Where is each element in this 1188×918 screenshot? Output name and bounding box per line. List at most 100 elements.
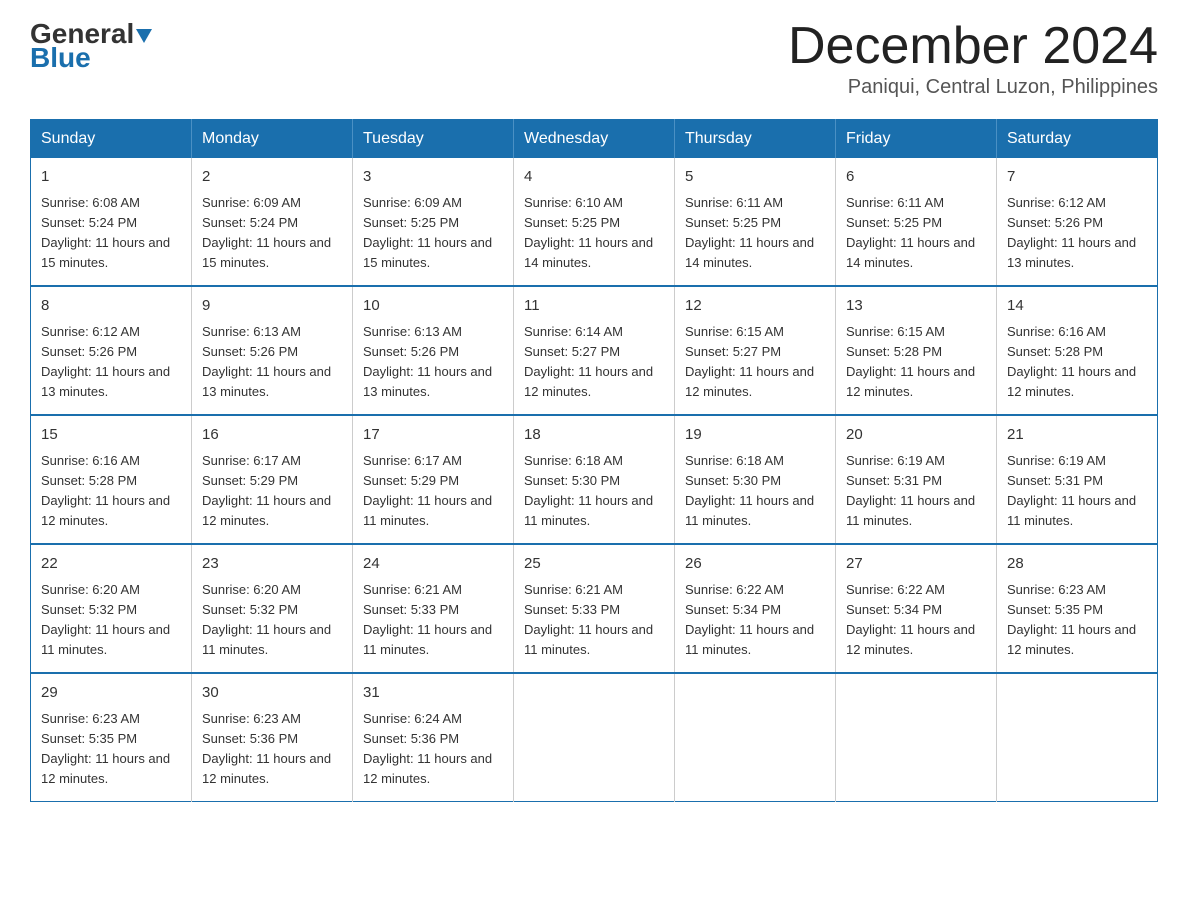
calendar-cell: 19 Sunrise: 6:18 AMSunset: 5:30 PMDayligh…: [675, 415, 836, 544]
calendar-header-friday: Friday: [836, 120, 997, 159]
logo: General Blue: [30, 20, 152, 72]
calendar-cell: 28Sunrise: 6:23 AMSunset: 5:35 PMDayligh…: [997, 544, 1158, 673]
calendar-cell: [836, 673, 997, 802]
calendar-header-wednesday: Wednesday: [514, 120, 675, 159]
day-info: Sunrise: 6:11 AMSunset: 5:25 PMDaylight:…: [846, 195, 975, 270]
day-number: 4: [524, 166, 664, 189]
day-number: 24: [363, 553, 503, 576]
calendar-cell: 27Sunrise: 6:22 AMSunset: 5:34 PMDayligh…: [836, 544, 997, 673]
logo-triangle-icon: [136, 29, 152, 43]
location-text: Paniqui, Central Luzon, Philippines: [788, 76, 1158, 99]
calendar-week-row: 29 Sunrise: 6:23 AMSunset: 5:35 PMDayligh…: [31, 673, 1158, 802]
calendar-cell: 29 Sunrise: 6:23 AMSunset: 5:35 PMDayligh…: [31, 673, 192, 802]
calendar-cell: 21 Sunrise: 6:19 AMSunset: 5:31 PMDayligh…: [997, 415, 1158, 544]
day-info: Sunrise: 6:22 AMSunset: 5:34 PMDaylight:…: [685, 582, 814, 657]
day-info: Sunrise: 6:09 AMSunset: 5:25 PMDaylight:…: [363, 195, 492, 270]
day-info: Sunrise: 6:23 AMSunset: 5:36 PMDaylight:…: [202, 711, 331, 786]
calendar-table: SundayMondayTuesdayWednesdayThursdayFrid…: [30, 119, 1158, 802]
calendar-cell: 14Sunrise: 6:16 AMSunset: 5:28 PMDayligh…: [997, 286, 1158, 415]
day-number: 18: [524, 424, 664, 447]
page-header: General Blue December 2024 Paniqui, Cent…: [30, 20, 1158, 99]
calendar-cell: 8 Sunrise: 6:12 AMSunset: 5:26 PMDaylight…: [31, 286, 192, 415]
calendar-cell: 18 Sunrise: 6:18 AMSunset: 5:30 PMDayligh…: [514, 415, 675, 544]
day-info: Sunrise: 6:08 AMSunset: 5:24 PMDaylight:…: [41, 195, 170, 270]
day-info: Sunrise: 6:15 AMSunset: 5:27 PMDaylight:…: [685, 324, 814, 399]
day-number: 1: [41, 166, 181, 189]
day-info: Sunrise: 6:12 AMSunset: 5:26 PMDaylight:…: [1007, 195, 1136, 270]
day-info: Sunrise: 6:18 AMSunset: 5:30 PMDaylight:…: [524, 453, 653, 528]
day-number: 26: [685, 553, 825, 576]
day-info: Sunrise: 6:24 AMSunset: 5:36 PMDaylight:…: [363, 711, 492, 786]
calendar-cell: 31 Sunrise: 6:24 AMSunset: 5:36 PMDayligh…: [353, 673, 514, 802]
calendar-week-row: 15 Sunrise: 6:16 AMSunset: 5:28 PMDayligh…: [31, 415, 1158, 544]
day-info: Sunrise: 6:21 AMSunset: 5:33 PMDaylight:…: [363, 582, 492, 657]
day-number: 13: [846, 295, 986, 318]
calendar-cell: 23 Sunrise: 6:20 AMSunset: 5:32 PMDayligh…: [192, 544, 353, 673]
calendar-week-row: 22 Sunrise: 6:20 AMSunset: 5:32 PMDayligh…: [31, 544, 1158, 673]
day-info: Sunrise: 6:14 AMSunset: 5:27 PMDaylight:…: [524, 324, 653, 399]
day-number: 31: [363, 682, 503, 705]
calendar-cell: 24 Sunrise: 6:21 AMSunset: 5:33 PMDayligh…: [353, 544, 514, 673]
calendar-cell: 17Sunrise: 6:17 AMSunset: 5:29 PMDayligh…: [353, 415, 514, 544]
calendar-cell: 16 Sunrise: 6:17 AMSunset: 5:29 PMDayligh…: [192, 415, 353, 544]
day-number: 7: [1007, 166, 1147, 189]
calendar-header-monday: Monday: [192, 120, 353, 159]
calendar-cell: 15 Sunrise: 6:16 AMSunset: 5:28 PMDayligh…: [31, 415, 192, 544]
calendar-cell: 11 Sunrise: 6:14 AMSunset: 5:27 PMDayligh…: [514, 286, 675, 415]
logo-blue-text: Blue: [30, 44, 91, 72]
calendar-cell: 6Sunrise: 6:11 AMSunset: 5:25 PMDaylight…: [836, 158, 997, 286]
day-number: 15: [41, 424, 181, 447]
day-info: Sunrise: 6:11 AMSunset: 5:25 PMDaylight:…: [685, 195, 814, 270]
calendar-cell: [514, 673, 675, 802]
day-info: Sunrise: 6:16 AMSunset: 5:28 PMDaylight:…: [41, 453, 170, 528]
calendar-cell: 30Sunrise: 6:23 AMSunset: 5:36 PMDayligh…: [192, 673, 353, 802]
calendar-cell: 5 Sunrise: 6:11 AMSunset: 5:25 PMDaylight…: [675, 158, 836, 286]
day-info: Sunrise: 6:10 AMSunset: 5:25 PMDaylight:…: [524, 195, 653, 270]
day-number: 16: [202, 424, 342, 447]
day-number: 23: [202, 553, 342, 576]
day-info: Sunrise: 6:13 AMSunset: 5:26 PMDaylight:…: [202, 324, 331, 399]
day-number: 10: [363, 295, 503, 318]
day-number: 19: [685, 424, 825, 447]
day-info: Sunrise: 6:19 AMSunset: 5:31 PMDaylight:…: [1007, 453, 1136, 528]
day-info: Sunrise: 6:20 AMSunset: 5:32 PMDaylight:…: [41, 582, 170, 657]
day-number: 2: [202, 166, 342, 189]
day-info: Sunrise: 6:21 AMSunset: 5:33 PMDaylight:…: [524, 582, 653, 657]
day-number: 12: [685, 295, 825, 318]
day-info: Sunrise: 6:17 AMSunset: 5:29 PMDaylight:…: [202, 453, 331, 528]
day-info: Sunrise: 6:20 AMSunset: 5:32 PMDaylight:…: [202, 582, 331, 657]
calendar-cell: 13 Sunrise: 6:15 AMSunset: 5:28 PMDayligh…: [836, 286, 997, 415]
month-title: December 2024: [788, 20, 1158, 72]
calendar-cell: 25 Sunrise: 6:21 AMSunset: 5:33 PMDayligh…: [514, 544, 675, 673]
calendar-cell: 2 Sunrise: 6:09 AMSunset: 5:24 PMDaylight…: [192, 158, 353, 286]
calendar-week-row: 8 Sunrise: 6:12 AMSunset: 5:26 PMDaylight…: [31, 286, 1158, 415]
day-number: 11: [524, 295, 664, 318]
day-number: 25: [524, 553, 664, 576]
day-number: 3: [363, 166, 503, 189]
day-info: Sunrise: 6:23 AMSunset: 5:35 PMDaylight:…: [41, 711, 170, 786]
calendar-cell: 22 Sunrise: 6:20 AMSunset: 5:32 PMDayligh…: [31, 544, 192, 673]
day-info: Sunrise: 6:15 AMSunset: 5:28 PMDaylight:…: [846, 324, 975, 399]
calendar-cell: 3 Sunrise: 6:09 AMSunset: 5:25 PMDaylight…: [353, 158, 514, 286]
day-number: 9: [202, 295, 342, 318]
calendar-header-tuesday: Tuesday: [353, 120, 514, 159]
calendar-cell: 4 Sunrise: 6:10 AMSunset: 5:25 PMDaylight…: [514, 158, 675, 286]
title-block: December 2024 Paniqui, Central Luzon, Ph…: [788, 20, 1158, 99]
day-info: Sunrise: 6:09 AMSunset: 5:24 PMDaylight:…: [202, 195, 331, 270]
day-info: Sunrise: 6:13 AMSunset: 5:26 PMDaylight:…: [363, 324, 492, 399]
day-info: Sunrise: 6:17 AMSunset: 5:29 PMDaylight:…: [363, 453, 492, 528]
calendar-header-sunday: Sunday: [31, 120, 192, 159]
day-info: Sunrise: 6:12 AMSunset: 5:26 PMDaylight:…: [41, 324, 170, 399]
calendar-cell: 12 Sunrise: 6:15 AMSunset: 5:27 PMDayligh…: [675, 286, 836, 415]
day-info: Sunrise: 6:18 AMSunset: 5:30 PMDaylight:…: [685, 453, 814, 528]
calendar-cell: 1 Sunrise: 6:08 AMSunset: 5:24 PMDaylight…: [31, 158, 192, 286]
day-number: 27: [846, 553, 986, 576]
day-number: 22: [41, 553, 181, 576]
calendar-header-saturday: Saturday: [997, 120, 1158, 159]
day-number: 14: [1007, 295, 1147, 318]
day-number: 8: [41, 295, 181, 318]
day-number: 21: [1007, 424, 1147, 447]
calendar-header-row: SundayMondayTuesdayWednesdayThursdayFrid…: [31, 120, 1158, 159]
day-number: 5: [685, 166, 825, 189]
day-number: 29: [41, 682, 181, 705]
